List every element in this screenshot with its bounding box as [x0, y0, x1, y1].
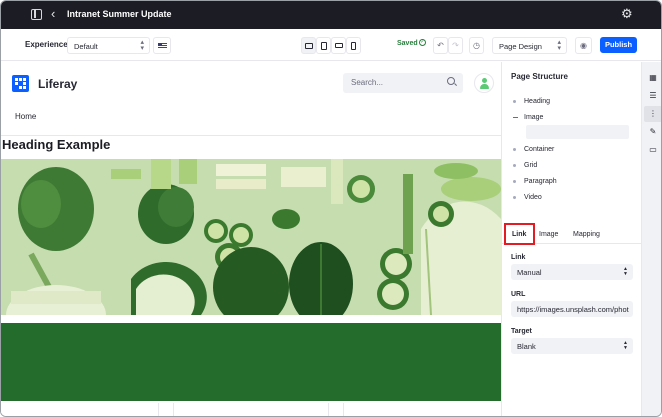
target-value: Blank	[517, 342, 536, 351]
tree-selection-highlight	[526, 125, 629, 139]
tab-link-label: Link	[512, 231, 527, 238]
experience-value: Default	[74, 42, 98, 51]
tablet-icon	[321, 42, 327, 50]
gear-icon[interactable]: ⚙	[621, 6, 633, 22]
desktop-icon	[305, 43, 313, 49]
link-value: Manual	[517, 268, 542, 277]
tree-item-container[interactable]: Container	[524, 146, 554, 153]
tree-bullet	[513, 100, 516, 103]
search-placeholder: Search...	[351, 78, 384, 87]
user-avatar[interactable]	[474, 73, 494, 93]
mode-value: Page Design	[499, 42, 542, 51]
divider	[1, 135, 501, 136]
vegetable-image[interactable]	[1, 159, 501, 315]
tree-bullet	[513, 196, 516, 199]
fragments-icon[interactable]: ▦	[647, 72, 659, 84]
chevron-left-icon[interactable]: ‹	[51, 7, 55, 21]
caret-updown-icon: ▲ ▼	[623, 340, 628, 351]
publish-button[interactable]: Publish	[600, 37, 637, 53]
tree-collapse-icon[interactable]	[513, 117, 518, 118]
tab-link[interactable]: Link	[504, 223, 535, 245]
page-structure-icon[interactable]: ⋮	[644, 106, 661, 122]
tab-mapping[interactable]: Mapping	[573, 231, 600, 238]
container-fragment[interactable]	[1, 323, 501, 401]
page-canvas: Liferay Search... Home Heading Example	[1, 62, 501, 416]
widgets-icon[interactable]: ☰	[647, 90, 659, 102]
check-circle-icon: ✓	[419, 39, 426, 46]
experience-label: Experience	[25, 40, 68, 49]
eye-icon: ◉	[580, 41, 587, 50]
link-label: Link	[511, 254, 526, 261]
nav-home-link[interactable]: Home	[15, 112, 36, 121]
search-input[interactable]: Search...	[343, 73, 463, 93]
tree-bullet	[513, 180, 516, 183]
panel-title: Page Structure	[511, 72, 568, 81]
caret-updown-icon: ▴ ▾	[140, 39, 144, 52]
page-structure-panel: Page Structure Heading Image image-squar…	[501, 62, 642, 416]
config-tabs: Link Image Mapping	[502, 223, 642, 245]
tree-bullet	[513, 148, 516, 151]
grid-fragment[interactable]	[1, 401, 501, 416]
tab-image[interactable]: Image	[539, 231, 558, 238]
liferay-logo-icon	[12, 75, 29, 92]
preview-button[interactable]: ◉	[575, 37, 592, 54]
caret-updown-icon: ▲ ▼	[623, 266, 628, 277]
landscape-view-button[interactable]	[331, 37, 346, 54]
search-icon	[447, 77, 455, 85]
target-select[interactable]: Blank ▲ ▼	[511, 338, 633, 354]
portrait-phone-icon	[351, 42, 356, 50]
page-title: Intranet Summer Update	[67, 9, 172, 19]
tablet-view-button[interactable]	[316, 37, 331, 54]
sidebar-toggle-icon[interactable]	[31, 9, 42, 20]
tree-item-video[interactable]: Video	[524, 194, 542, 201]
editor-toolbar: Experience Default ▴ ▾ Saved ✓ ↶ ↷ ◷ Page…	[1, 29, 661, 61]
tree-item-heading[interactable]: Heading	[524, 98, 550, 105]
spacer	[1, 315, 501, 323]
url-field[interactable]: https://images.unsplash.com/phot	[511, 301, 633, 317]
redo-icon: ↷	[452, 41, 459, 50]
target-label: Target	[511, 328, 532, 335]
caret-updown-icon: ▴ ▾	[557, 39, 561, 52]
editor-window: ‹ Intranet Summer Update ⚙ Experience De…	[0, 0, 662, 417]
history-icon: ◷	[473, 41, 480, 50]
tree-item-image[interactable]: Image	[524, 114, 543, 121]
undo-icon: ↶	[437, 41, 444, 50]
saved-status: Saved	[397, 40, 418, 47]
experience-select[interactable]: Default ▴ ▾	[67, 37, 150, 54]
comments-icon[interactable]: ▭	[647, 144, 659, 156]
look-and-feel-icon[interactable]: ✎	[647, 126, 659, 138]
history-button[interactable]: ◷	[469, 37, 484, 54]
top-bar: ‹ Intranet Summer Update ⚙	[1, 1, 661, 29]
heading-fragment[interactable]: Heading Example	[2, 137, 110, 152]
url-value: https://images.unsplash.com/phot	[517, 305, 629, 314]
undo-button[interactable]: ↶	[433, 37, 448, 54]
sidebar-icon-rail: ▦ ☰ ⋮ ✎ ▭	[641, 62, 661, 416]
language-selector[interactable]	[153, 37, 171, 54]
desktop-view-button[interactable]	[301, 37, 316, 54]
link-select[interactable]: Manual ▲ ▼	[511, 264, 633, 280]
mode-select[interactable]: Page Design ▴ ▾	[492, 37, 567, 54]
tree-bullet	[513, 164, 516, 167]
tree-item-grid[interactable]: Grid	[524, 162, 537, 169]
portrait-view-button[interactable]	[346, 37, 361, 54]
site-brand: Liferay	[38, 77, 78, 91]
flag-us-icon	[158, 43, 167, 49]
tree-item-paragraph[interactable]: Paragraph	[524, 178, 557, 185]
redo-button[interactable]: ↷	[448, 37, 463, 54]
landscape-phone-icon	[335, 43, 343, 48]
url-label: URL	[511, 291, 526, 298]
